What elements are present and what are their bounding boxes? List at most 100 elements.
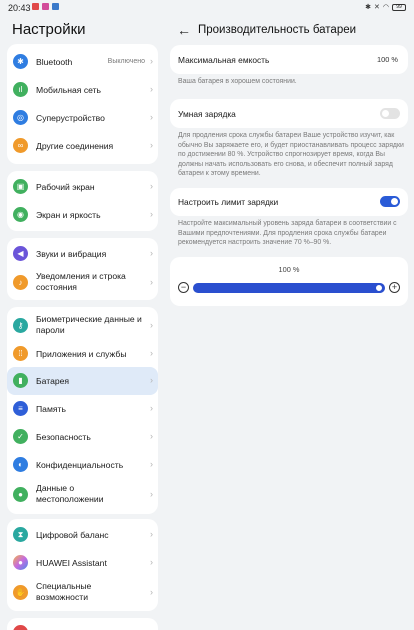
sidebar-item-battery[interactable]: ▮ Батарея ›	[7, 367, 158, 395]
chevron-right-icon: ›	[150, 248, 153, 258]
sidebar-item-label: Безопасность	[36, 432, 91, 442]
app-icon	[42, 3, 49, 10]
assistant-icon: ●	[13, 555, 28, 570]
bluetooth-icon: ✱	[13, 54, 28, 69]
sidebar-item-label: Конфиденциальность	[36, 460, 124, 470]
sidebar-item-label: Мобильная сеть	[36, 85, 102, 95]
sidebar-item-biometrics[interactable]: ⚷ Биометрические данные и пароли ›	[7, 310, 158, 340]
sidebar-item-digital-balance[interactable]: ⧗ Цифровой баланс ›	[7, 521, 158, 549]
wifi-icon: ◠	[382, 4, 389, 11]
status-bar: 20:43 ✱ ✕ ◠ 99	[0, 0, 414, 16]
max-capacity-label: Максимальная емкость	[178, 55, 270, 65]
location-icon: ●	[13, 487, 28, 502]
charge-limit-toggle[interactable]	[380, 196, 400, 207]
plus-icon[interactable]: +	[389, 282, 400, 293]
sound-icon: ◀	[13, 246, 28, 261]
home-screen-icon: ▣	[13, 179, 28, 194]
sidebar-item-storage[interactable]: ≡ Память ›	[7, 395, 158, 423]
key-icon: ⚷	[13, 318, 28, 333]
charge-limit-slider[interactable]	[193, 283, 385, 293]
bluetooth-status: Выключено	[107, 58, 145, 65]
chevron-right-icon: ›	[150, 489, 153, 499]
notification-icon	[32, 3, 39, 10]
sidebar-item-apps[interactable]: ⁞⁞ Приложения и службы ›	[7, 340, 158, 367]
max-capacity-value: 100 %	[377, 55, 398, 64]
chevron-right-icon: ›	[150, 181, 153, 191]
sidebar-item-label: Данные о местоположении	[36, 483, 104, 504]
sidebar-item-label: Приложения и службы	[36, 349, 127, 359]
charge-limit-slider-card: 100 % − +	[170, 257, 408, 306]
eye-icon: ◉	[13, 207, 28, 222]
chevron-right-icon: ›	[150, 84, 153, 94]
sidebar-item-label: Батарея	[36, 376, 70, 386]
settings-group-more	[7, 618, 158, 630]
capacity-hint: Ваша батарея в хорошем состоянии.	[178, 78, 297, 85]
sidebar-item-label: Уведомления и строка состояния	[36, 271, 126, 292]
smart-charge-toggle[interactable]	[380, 108, 400, 119]
battery-icon: ▮	[13, 373, 28, 388]
sidebar-item-label: Память	[36, 404, 66, 414]
sidebar-item-accessibility[interactable]: ✋ Специальные возможности ›	[7, 577, 158, 609]
slider-fill	[193, 283, 385, 293]
settings-title: Настройки	[12, 21, 86, 38]
chevron-right-icon: ›	[150, 277, 153, 287]
sidebar-item-super-device[interactable]: ◎ Суперустройство ›	[7, 104, 158, 132]
sidebar-item-label: Другие соединения	[36, 141, 114, 151]
sidebar-item-notifications[interactable]: ♪ Уведомления и строка состояния ›	[7, 267, 158, 299]
chevron-right-icon: ›	[150, 375, 153, 385]
charge-limit-hint: Настройте максимальный уровень заряда ба…	[178, 220, 397, 247]
sidebar-item-security[interactable]: ✓ Безопасность ›	[7, 423, 158, 451]
bell-icon: ♪	[13, 275, 28, 290]
sidebar-item-label: Рабочий экран	[36, 182, 95, 192]
chevron-right-icon: ›	[150, 348, 153, 358]
sidebar-item-mobile-network[interactable]: ıl Мобильная сеть ›	[7, 76, 158, 104]
slider-value-label: 100 %	[278, 265, 300, 274]
smart-charge-card: Умная зарядка	[170, 99, 408, 128]
sidebar-item-display[interactable]: ◉ Экран и яркость ›	[7, 201, 158, 229]
sidebar-item-sound[interactable]: ◀ Звуки и вибрация ›	[7, 240, 158, 266]
chevron-right-icon: ›	[150, 403, 153, 413]
back-arrow-icon[interactable]: ←	[177, 22, 191, 38]
chevron-right-icon: ›	[150, 459, 153, 469]
smart-charge-label: Умная зарядка	[178, 109, 236, 119]
sidebar-item-label: HUAWEI Assistant	[36, 558, 107, 568]
slider-thumb[interactable]	[375, 284, 383, 292]
settings-group-wellbeing: ⧗ Цифровой баланс › ● HUAWEI Assistant ›…	[7, 519, 158, 611]
sidebar-item-privacy[interactable]: ◐ Конфиденциальность ›	[7, 451, 158, 479]
chevron-right-icon: ›	[150, 431, 153, 441]
chevron-right-icon: ›	[150, 320, 153, 330]
battery-level: 99	[396, 3, 402, 10]
sidebar-item-huawei-assistant[interactable]: ● HUAWEI Assistant ›	[7, 549, 158, 577]
storage-icon: ≡	[13, 401, 28, 416]
minus-icon[interactable]: −	[178, 282, 189, 293]
sidebar-item-bluetooth[interactable]: ✱ Bluetooth Выключено ›	[7, 48, 158, 76]
chevron-right-icon: ›	[150, 557, 153, 567]
chevron-right-icon: ›	[150, 140, 153, 150]
battery-icon: 99	[392, 3, 406, 11]
chevron-right-icon: ›	[150, 587, 153, 597]
more-icon	[13, 625, 28, 630]
sidebar-item-location[interactable]: ● Данные о местоположении ›	[7, 479, 158, 511]
sidebar-item-home-screen[interactable]: ▣ Рабочий экран ›	[7, 173, 158, 201]
sidebar-item-label: Экран и яркость	[36, 210, 101, 220]
sidebar-item-other-connections[interactable]: ∞ Другие соединения ›	[7, 132, 158, 160]
signal-icon: ıl	[13, 82, 28, 97]
charge-limit-label: Настроить лимит зарядки	[178, 197, 279, 207]
sidebar-item-label: Суперустройство	[36, 113, 105, 123]
chevron-right-icon: ›	[150, 209, 153, 219]
sidebar-item-label: Цифровой баланс	[36, 530, 109, 540]
settings-group-sound: ◀ Звуки и вибрация › ♪ Уведомления и стр…	[7, 238, 158, 300]
privacy-icon: ◐	[13, 457, 28, 472]
status-time: 20:43	[8, 3, 31, 13]
charge-limit-card: Настроить лимит зарядки	[170, 188, 408, 216]
chevron-right-icon: ›	[150, 112, 153, 122]
settings-group-system: ⚷ Биометрические данные и пароли › ⁞⁞ Пр…	[7, 307, 158, 514]
chevron-right-icon: ›	[150, 529, 153, 539]
sidebar-item-label: Специальные возможности	[36, 581, 92, 602]
mute-icon: ✕	[374, 4, 380, 11]
apps-icon: ⁞⁞	[13, 346, 28, 361]
app-icon	[52, 3, 59, 10]
devices-icon: ◎	[13, 110, 28, 125]
link-icon: ∞	[13, 138, 28, 153]
sidebar-item-label: Звуки и вибрация	[36, 249, 107, 259]
